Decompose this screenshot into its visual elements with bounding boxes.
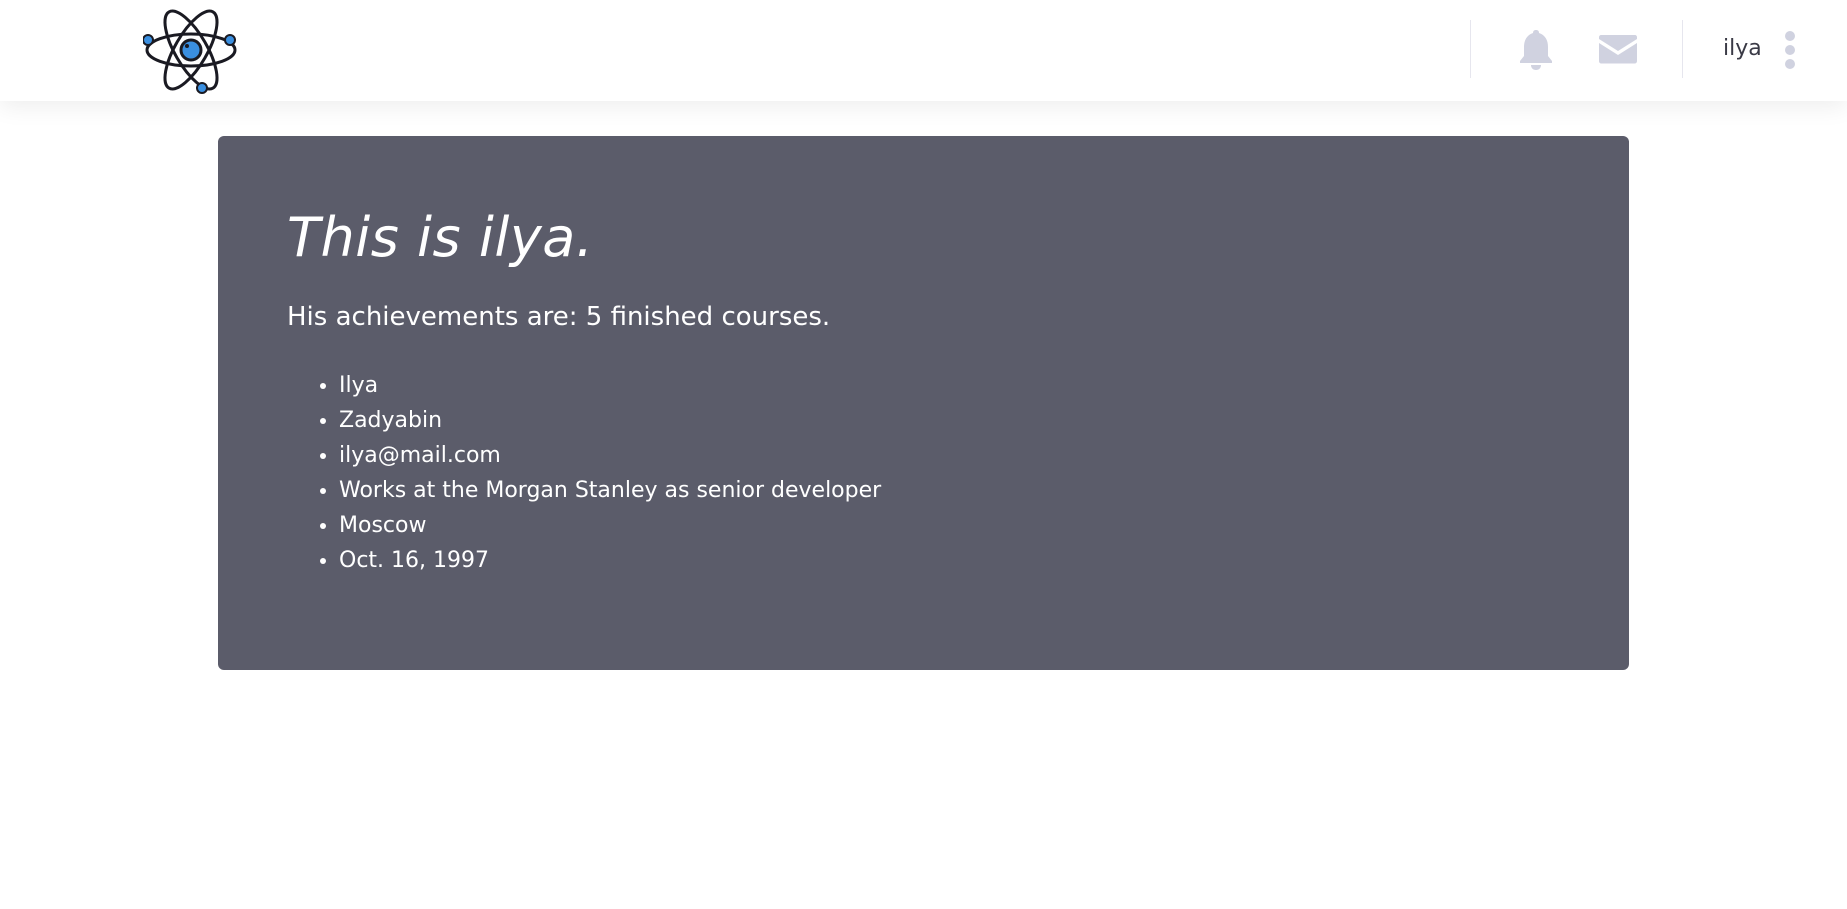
city-item: Moscow	[339, 508, 881, 543]
email-item: ilya@mail.com	[339, 438, 881, 473]
birth-date-item: Oct. 16, 1997	[339, 543, 881, 578]
job-item: Works at the Morgan Stanley as senior de…	[339, 473, 881, 508]
profile-title: This is ilya.	[287, 206, 594, 269]
nav-divider	[1470, 20, 1471, 78]
achievements-text: His achievements are: 5 finished courses…	[287, 302, 831, 332]
profile-details-list: Ilya Zadyabin ilya@mail.com Works at the…	[287, 368, 881, 578]
profile-card: This is ilya. His achievements are: 5 fi…	[218, 136, 1629, 670]
bell-icon[interactable]	[1518, 28, 1554, 70]
username-label[interactable]: ilya	[1723, 36, 1762, 61]
envelope-icon[interactable]	[1599, 34, 1637, 64]
nav-divider	[1682, 20, 1683, 78]
vertical-dots-icon[interactable]	[1779, 30, 1801, 70]
last-name-item: Zadyabin	[339, 403, 881, 438]
atom-logo-icon	[143, 9, 237, 94]
top-navbar: ilya	[0, 0, 1847, 101]
first-name-item: Ilya	[339, 368, 881, 403]
